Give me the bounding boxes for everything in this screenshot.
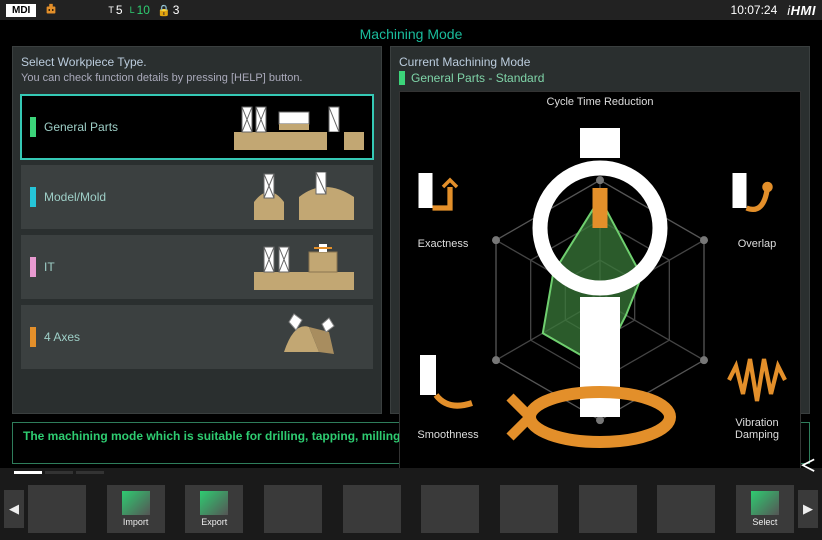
clock: 10:07:24 (731, 3, 778, 17)
vibration-icon (722, 345, 792, 415)
lock-icon: 🔒 (157, 4, 171, 17)
workpiece-label: IT (44, 260, 234, 274)
brand-logo: iHMI (787, 3, 816, 18)
current-mode-panel: Current Machining Mode General Parts - S… (390, 46, 810, 414)
softkey-nav-right[interactable]: ▶ (798, 490, 818, 528)
softkey-blank-7[interactable] (579, 485, 637, 533)
softkey-import[interactable]: Import (107, 485, 165, 533)
top-bar: MDI T5 L10 🔒3 10:07:24 iHMI (0, 0, 822, 20)
softkey-icon (515, 496, 543, 520)
axis-smoothness: Smoothness (408, 347, 488, 441)
mode-badge: MDI (6, 4, 36, 17)
softkey-icon (358, 496, 386, 520)
softkey-label: Export (201, 517, 227, 527)
axis-tapping: Tapping Speed (500, 277, 700, 491)
softkey-icon (122, 491, 150, 515)
color-tag (30, 117, 36, 137)
mode-color-tag (399, 71, 405, 85)
robot-icon (44, 3, 58, 17)
workpiece-panel: Select Workpiece Type. You can check fun… (12, 46, 382, 414)
drilling-milling-icon (234, 102, 364, 152)
tapping-icon (500, 277, 700, 477)
color-tag (30, 327, 36, 347)
radar-chart: Cycle Time Reduction Overlap Vibration D… (399, 91, 801, 496)
softkey-blank-3[interactable] (264, 485, 322, 533)
axes-icon (234, 312, 364, 362)
softkey-select[interactable]: Select (736, 485, 794, 533)
workpiece-label: Model/Mold (44, 190, 234, 204)
softkey-icon (436, 496, 464, 520)
softkey-blank-0[interactable] (28, 485, 86, 533)
current-mode-header: Current Machining Mode (399, 55, 801, 69)
softkey-nav-left[interactable]: ◀ (4, 490, 24, 528)
softkey-icon (200, 491, 228, 515)
workpiece-label: General Parts (44, 120, 234, 134)
axis-overlap: Overlap (722, 166, 792, 250)
current-mode-name: General Parts - Standard (399, 71, 801, 85)
back-chevron[interactable]: ＜ (800, 452, 816, 476)
softkey-blank-5[interactable] (421, 485, 479, 533)
softkey-icon (279, 496, 307, 520)
mode-name-text: General Parts - Standard (411, 71, 544, 85)
softkey-blank-8[interactable] (657, 485, 715, 533)
it-icon (234, 242, 364, 292)
softkey-export[interactable]: Export (185, 485, 243, 533)
pager (0, 468, 822, 478)
workpiece-label: 4 Axes (44, 330, 234, 344)
softkey-label: Import (123, 517, 149, 527)
axis-exactness: Exactness (408, 166, 478, 250)
tool-status: T5 L10 🔒3 (108, 3, 179, 17)
workpiece-item-4-axes[interactable]: 4 Axes (21, 305, 373, 369)
softkey-blank-6[interactable] (500, 485, 558, 533)
softkey-icon (672, 496, 700, 520)
workpiece-list: General Parts Model/Mold (21, 95, 373, 405)
softkey-label: Select (752, 517, 777, 527)
smoothness-icon (408, 347, 488, 427)
color-tag (30, 257, 36, 277)
workpiece-item-model-mold[interactable]: Model/Mold (21, 165, 373, 229)
softkey-icon (43, 496, 71, 520)
softkey-bar: ＜ ◀ ImportExportSelect ▶ (0, 468, 822, 540)
softkey-icon (594, 496, 622, 520)
softkey-blank-4[interactable] (343, 485, 401, 533)
workpiece-item-general-parts[interactable]: General Parts (21, 95, 373, 159)
exactness-icon (408, 166, 478, 236)
workpiece-sub: You can check function details by pressi… (21, 71, 373, 85)
mold-icon (234, 172, 364, 222)
workpiece-header: Select Workpiece Type. (21, 55, 373, 69)
softkey-icon (751, 491, 779, 515)
color-tag (30, 187, 36, 207)
axis-vibration: Vibration Damping (722, 345, 792, 441)
page-title: Machining Mode (0, 20, 822, 46)
overlap-icon (722, 166, 792, 236)
workpiece-item-it[interactable]: IT (21, 235, 373, 299)
